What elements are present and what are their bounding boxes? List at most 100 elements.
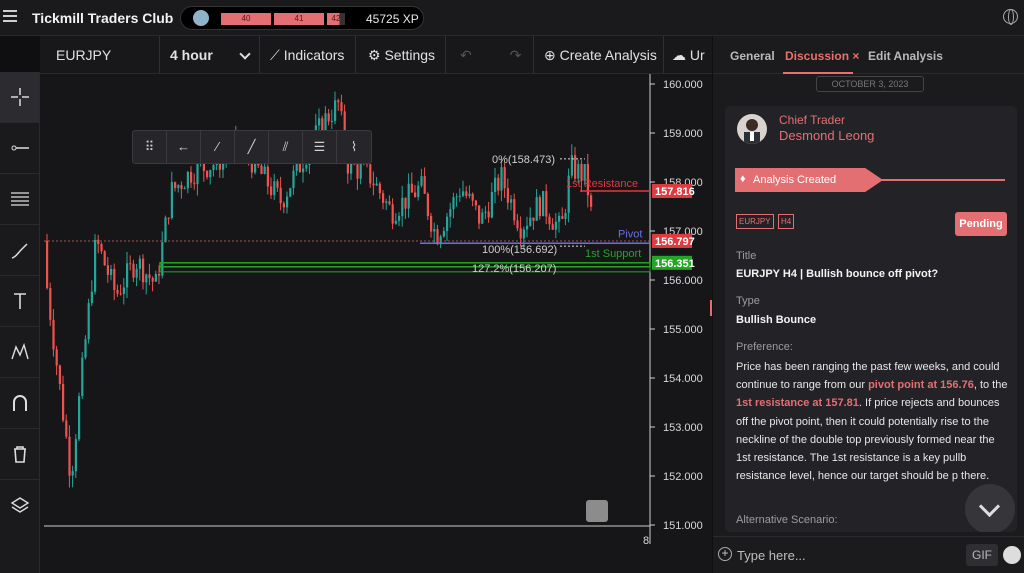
- line-width-icon[interactable]: ⫽: [269, 131, 303, 163]
- fib-127-label: 127.2%(156.207): [472, 263, 556, 275]
- text-tool[interactable]: [0, 276, 39, 327]
- settings-button[interactable]: ⚙ Settings: [356, 36, 446, 74]
- fib-settings-icon[interactable]: ☰: [303, 131, 337, 163]
- pattern-tool[interactable]: [0, 327, 39, 378]
- line-tool[interactable]: [0, 123, 39, 174]
- interval-select[interactable]: 4 hour: [160, 36, 260, 74]
- candle: [138, 258, 141, 269]
- candle: [574, 155, 577, 179]
- candle: [433, 229, 436, 232]
- chart-toolbar: EURJPY 4 hour ⟋ Indicators ⚙ Settings ↶ …: [40, 36, 712, 74]
- candle: [206, 170, 209, 178]
- menu-icon[interactable]: [3, 10, 17, 24]
- tab-discussion[interactable]: Discussion ×: [785, 49, 859, 63]
- brush-tool[interactable]: [0, 225, 39, 276]
- emoji-icon[interactable]: [1003, 546, 1021, 564]
- price-tick-label: 159.000: [663, 128, 703, 140]
- candle: [180, 185, 183, 189]
- message-input[interactable]: [737, 545, 957, 565]
- add-attachment-icon[interactable]: +: [718, 547, 732, 561]
- candle: [513, 199, 516, 221]
- candle: [577, 163, 580, 179]
- candle: [158, 273, 161, 276]
- candle: [330, 120, 333, 122]
- tab-general[interactable]: General: [730, 49, 775, 63]
- candle: [529, 217, 532, 226]
- rank-icon: [193, 10, 209, 26]
- symbol-tag: EURJPY: [736, 214, 774, 229]
- indicators-button[interactable]: ⟋ Indicators: [260, 36, 356, 74]
- candle: [276, 181, 279, 188]
- candle: [497, 177, 500, 191]
- candle: [270, 186, 273, 196]
- candle: [46, 240, 49, 289]
- candle: [446, 216, 449, 232]
- redo-icon[interactable]: ↷: [510, 47, 522, 63]
- create-analysis-button[interactable]: ⊕ Create Analysis: [534, 36, 664, 74]
- drag-handle-icon[interactable]: ⠿: [133, 131, 167, 163]
- candle: [190, 171, 193, 183]
- candle: [452, 197, 455, 210]
- layers-icon: [10, 496, 29, 513]
- candle: [426, 193, 429, 216]
- candle: [468, 193, 471, 196]
- lightbulb-icon: ♦: [740, 173, 746, 185]
- type-value: Bullish Bounce: [736, 314, 817, 326]
- candle: [103, 251, 106, 266]
- candle: [183, 188, 186, 190]
- candle: [327, 113, 330, 122]
- level-segment: 41: [274, 13, 324, 25]
- candle: [414, 192, 417, 197]
- interval-value: 4 hour: [170, 47, 213, 63]
- candle: [78, 396, 81, 440]
- symbol-field[interactable]: EURJPY: [40, 36, 160, 74]
- delete-tool[interactable]: [0, 429, 39, 480]
- candle: [378, 183, 381, 194]
- fib-100-label: 100%(156.692): [482, 244, 557, 256]
- candle: [260, 165, 263, 174]
- candle: [458, 195, 461, 197]
- remove-drawing-icon[interactable]: ⌇: [337, 131, 371, 163]
- candle: [126, 263, 129, 288]
- candle: [193, 182, 196, 185]
- layers-tool[interactable]: [0, 480, 39, 531]
- candle: [471, 193, 474, 201]
- pivot-label: Pivot: [618, 228, 642, 240]
- tab-edit-analysis[interactable]: Edit Analysis: [868, 49, 943, 63]
- candle: [442, 231, 445, 237]
- line-style-icon[interactable]: ╱: [235, 131, 269, 163]
- candle: [84, 339, 87, 358]
- candle: [420, 176, 423, 186]
- settings-label: Settings: [384, 47, 436, 63]
- candle: [551, 224, 554, 230]
- lightbulb-icon[interactable]: [586, 500, 608, 522]
- candle: [545, 191, 548, 217]
- candle: [394, 220, 397, 224]
- globe-icon[interactable]: [1003, 9, 1018, 25]
- app-title: Tickmill Traders Club: [32, 10, 174, 26]
- candle: [74, 439, 77, 472]
- candle: [49, 288, 52, 320]
- close-icon[interactable]: ×: [852, 49, 859, 63]
- candle: [263, 166, 266, 174]
- arrow-left-icon[interactable]: ←: [167, 131, 201, 163]
- price-tag-label: 156.351: [655, 258, 695, 270]
- magnet-tool[interactable]: [0, 378, 39, 429]
- candle: [116, 289, 119, 294]
- candle: [119, 293, 122, 295]
- candle: [410, 183, 413, 193]
- candle: [212, 165, 215, 170]
- brush-icon[interactable]: ⁄: [201, 131, 235, 163]
- gif-button[interactable]: GIF: [966, 544, 998, 566]
- upload-label: Ur: [689, 47, 705, 63]
- price-chart[interactable]: 160.000 159.000 158.000 157.000 156.000 155.0…: [40, 74, 712, 573]
- undo-icon[interactable]: ↶: [460, 47, 472, 63]
- upload-button[interactable]: ☁ Ur: [664, 36, 712, 74]
- fib-tool[interactable]: [0, 174, 39, 225]
- crosshair-tool[interactable]: [0, 72, 39, 123]
- candle: [481, 212, 484, 224]
- candle: [113, 268, 116, 290]
- scroll-down-button[interactable]: [965, 484, 1015, 532]
- gear-icon: ⚙: [368, 47, 381, 63]
- candle: [65, 420, 68, 437]
